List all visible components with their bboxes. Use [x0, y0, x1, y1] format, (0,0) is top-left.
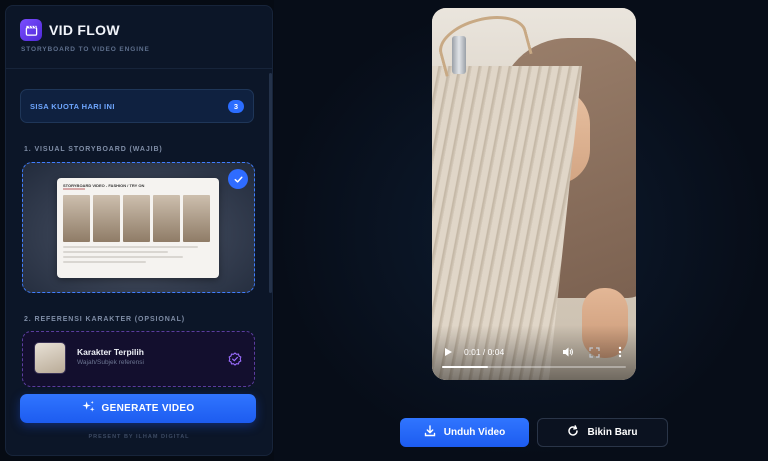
generate-video-label: GENERATE VIDEO: [101, 403, 195, 414]
new-project-button[interactable]: Bikin Baru: [537, 418, 668, 447]
video-hanger-hook: [452, 36, 466, 74]
character-hint: Wajah/Subjek referensi: [77, 359, 144, 366]
storyboard-frame: [93, 195, 120, 242]
quota-panel: SISA KUOTA HARI INI 3: [20, 89, 254, 123]
video-progress-fill: [442, 366, 488, 368]
play-icon[interactable]: [442, 346, 454, 358]
app-title: VID FLOW: [49, 22, 120, 38]
storyboard-preview-image: STORYBOARD VIDEO - FASHION / TRY ON: [57, 178, 219, 278]
video-controls: 0:01 / 0:04: [442, 346, 626, 358]
video-player[interactable]: 0:01 / 0:04: [432, 8, 636, 380]
refresh-icon: [567, 424, 579, 442]
verified-check-icon: [228, 352, 242, 366]
sparkles-icon: [81, 400, 95, 418]
fullscreen-icon[interactable]: [588, 346, 600, 358]
storyboard-frame: [183, 195, 210, 242]
more-options-icon[interactable]: [614, 346, 626, 358]
video-progress-track[interactable]: [442, 366, 626, 368]
generate-video-button[interactable]: GENERATE VIDEO: [20, 394, 256, 423]
storyboard-text-line: [63, 251, 168, 253]
clapperboard-icon: [20, 19, 42, 41]
new-project-label: Bikin Baru: [587, 427, 638, 438]
download-icon: [424, 424, 436, 442]
storyboard-frames: [63, 195, 210, 242]
download-video-label: Unduh Video: [443, 427, 506, 438]
quota-count-badge: 3: [227, 99, 244, 113]
storyboard-text-lines: [63, 246, 213, 266]
footer-credit: PRESENT BY ILHAM DIGITAL: [88, 434, 190, 440]
checkmark-icon: [228, 169, 248, 189]
storyboard-section-title: 1. VISUAL STORYBOARD (WAJIB): [24, 146, 163, 153]
app-subtitle: STORYBOARD TO VIDEO ENGINE: [21, 46, 150, 53]
storyboard-text-line: [63, 256, 183, 258]
quota-label: SISA KUOTA HARI INI: [30, 101, 115, 111]
storyboard-frame: [63, 195, 90, 242]
storyboard-text-line: [63, 246, 198, 248]
character-thumbnail: [34, 342, 66, 374]
character-reference-upload[interactable]: Karakter Terpilih Wajah/Subjek referensi: [22, 331, 255, 387]
character-name: Karakter Terpilih: [77, 347, 144, 357]
app-window: VID FLOW STORYBOARD TO VIDEO ENGINE SISA…: [0, 0, 768, 461]
sidebar: VID FLOW STORYBOARD TO VIDEO ENGINE SISA…: [5, 5, 273, 456]
storyboard-frame: [123, 195, 150, 242]
download-video-button[interactable]: Unduh Video: [400, 418, 529, 447]
storyboard-frame: [153, 195, 180, 242]
preview-area: 0:01 / 0:04 Unduh Video Bikin Baru: [274, 0, 768, 461]
sidebar-scrollbar[interactable]: [269, 73, 272, 293]
video-time: 0:01 / 0:04: [464, 347, 505, 357]
volume-icon[interactable]: [562, 346, 574, 358]
video-controls-right: [562, 346, 626, 358]
character-section-title: 2. REFERENSI KARAKTER (OPSIONAL): [24, 316, 186, 323]
storyboard-upload-zone[interactable]: STORYBOARD VIDEO - FASHION / TRY ON: [22, 162, 255, 293]
sidebar-scroll-area[interactable]: SISA KUOTA HARI INI 3 1. VISUAL STORYBOA…: [6, 69, 272, 387]
storyboard-card-subline: [63, 188, 85, 190]
storyboard-text-line: [63, 261, 146, 263]
video-controls-left: 0:01 / 0:04: [442, 346, 504, 358]
brand: VID FLOW: [20, 19, 120, 41]
